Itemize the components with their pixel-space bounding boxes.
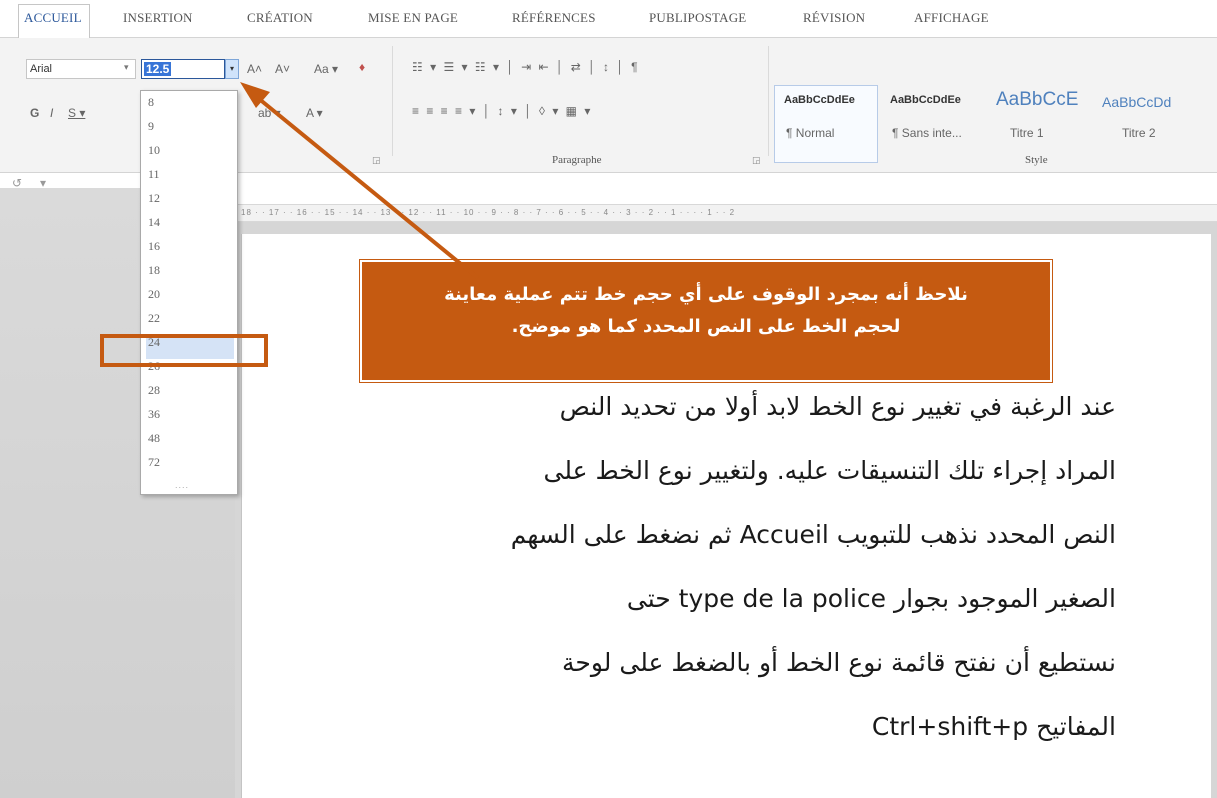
tab-insertion[interactable]: INSERTION (123, 10, 193, 26)
tab-affichage[interactable]: AFFICHAGE (914, 10, 989, 26)
document-line-4: الصغير الموجود بجوار type de la police ح… (626, 584, 1116, 613)
ribbon-tab-bar: ACCUEIL INSERTION CRÉATION MISE EN PAGE … (0, 0, 1217, 39)
style-titre-1[interactable]: AaBbCcE Titre 1 (990, 88, 1090, 160)
font-size-dropdown-button[interactable]: ▾ (225, 59, 239, 79)
style-no-spacing[interactable]: AaBbCcDdEe ¶ Sans inte... (884, 88, 984, 160)
tab-revision[interactable]: RÉVISION (803, 10, 865, 26)
callout-line-2: لحجم الخط على النص المحدد كما هو موضح. (511, 316, 901, 337)
style-titre-2[interactable]: AaBbCcDd Titre 2 (1096, 88, 1196, 160)
font-size-combobox[interactable]: 12.5 (141, 59, 225, 79)
font-size-option-22[interactable]: 22 (146, 311, 234, 335)
highlight-rectangle (100, 334, 268, 367)
style-titre-2-preview: AaBbCcDd (1102, 94, 1172, 110)
font-size-option-11[interactable]: 11 (146, 167, 234, 191)
tab-creation[interactable]: CRÉATION (247, 10, 313, 26)
bold-button[interactable]: G (30, 106, 39, 120)
font-size-dropdown-list[interactable]: 8 9 10 11 12 14 16 18 20 22 24 26 28 36 48 72 .... (140, 90, 238, 495)
paragraph-group-label: Paragraphe (552, 154, 602, 166)
font-size-option-8[interactable]: 8 (146, 95, 234, 119)
resize-grip-icon[interactable]: .... (175, 480, 189, 490)
font-size-option-12[interactable]: 12 (146, 191, 234, 215)
underline-button[interactable]: S ▾ (68, 106, 85, 120)
chevron-down-icon[interactable]: ▾ (124, 62, 129, 73)
font-size-option-10[interactable]: 10 (146, 143, 234, 167)
font-size-option-72[interactable]: 72 (146, 455, 234, 479)
font-size-option-36[interactable]: 36 (146, 407, 234, 431)
font-dialog-launcher-icon[interactable]: ◲ (372, 155, 381, 166)
callout-line-1: نلاحظ أنه بمجرد الوقوف على أي حجم خط تتم… (444, 284, 968, 305)
document-line-6: المفاتيح Ctrl+shift+p (871, 712, 1116, 741)
tab-publipostage[interactable]: PUBLIPOSTAGE (649, 10, 746, 26)
font-size-option-16[interactable]: 16 (146, 239, 234, 263)
style-normal-preview: AaBbCcDdEe (784, 94, 855, 106)
grow-font-button[interactable]: A˄ (247, 62, 262, 76)
clear-formatting-icon[interactable]: ♦ (359, 60, 365, 74)
tab-accueil[interactable]: ACCUEIL (24, 10, 82, 26)
tab-mise-en-page[interactable]: MISE EN PAGE (368, 10, 458, 26)
style-titre-2-name: Titre 2 (1122, 126, 1156, 140)
font-name-combobox[interactable]: Arial (26, 59, 136, 79)
group-separator (768, 46, 769, 156)
highlight-color-button[interactable]: ab ▾ (258, 106, 281, 120)
italic-button[interactable]: I (50, 106, 53, 120)
style-normal[interactable]: AaBbCcDdEe ¶ Normal (778, 88, 878, 160)
font-size-value: 12.5 (144, 62, 172, 76)
font-color-button[interactable]: A ▾ (306, 106, 323, 120)
annotation-callout: نلاحظ أنه بمجرد الوقوف على أي حجم خط تتم… (360, 260, 1052, 382)
document-line-2: المراد إجراء تلك التنسيقات عليه. ولتغيير… (543, 456, 1116, 485)
style-no-spacing-preview: AaBbCcDdEe (890, 94, 961, 106)
style-group-label: Style (1025, 154, 1048, 166)
document-line-1: عند الرغبة في تغيير نوع الخط لابد أولا م… (559, 392, 1116, 421)
font-size-option-9[interactable]: 9 (146, 119, 234, 143)
document-line-3: النص المحدد نذهب للتبويب Accueil ثم نضغط… (510, 520, 1116, 549)
style-normal-name: ¶ Normal (786, 126, 835, 140)
style-no-spacing-name: ¶ Sans inte... (892, 126, 962, 140)
font-size-option-28[interactable]: 28 (146, 383, 234, 407)
paragraph-dialog-launcher-icon[interactable]: ◲ (752, 155, 761, 166)
paragraph-row2-tools[interactable]: ≡ ≡ ≡ ≡ ▾ │ ↕ ▾ │ ◊ ▾ ▦ ▾ (412, 104, 592, 118)
paragraph-row1-tools[interactable]: ☷ ▾ ☰ ▾ ☷ ▾ │ ⇥ ⇤ │ ⇄ │ ↕ │ ¶ (412, 60, 640, 74)
change-case-button[interactable]: Aa ▾ (314, 62, 338, 76)
style-titre-1-name: Titre 1 (1010, 126, 1044, 140)
horizontal-ruler[interactable]: 18 · · 17 · · 16 · · 15 · · 14 · · 13 · … (235, 204, 1217, 222)
document-line-5: نستطيع أن نفتح قائمة نوع الخط أو بالضغط … (562, 648, 1116, 677)
group-separator (392, 46, 393, 156)
font-size-option-14[interactable]: 14 (146, 215, 234, 239)
font-size-option-18[interactable]: 18 (146, 263, 234, 287)
font-size-option-20[interactable]: 20 (146, 287, 234, 311)
font-size-option-48[interactable]: 48 (146, 431, 234, 455)
tab-references[interactable]: RÉFÉRENCES (512, 10, 596, 26)
style-titre-1-preview: AaBbCcE (996, 89, 1079, 110)
shrink-font-button[interactable]: A˅ (275, 62, 290, 76)
